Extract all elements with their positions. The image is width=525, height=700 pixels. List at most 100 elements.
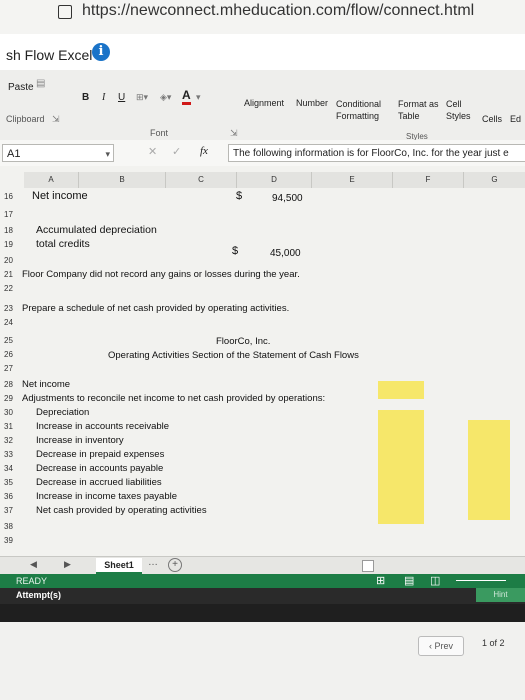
cell-text[interactable]: Depreciation (36, 407, 89, 418)
tab-sheet1[interactable]: Sheet1 (96, 558, 142, 574)
cell-reference: A1 (7, 148, 21, 160)
row-number: 31 (4, 422, 13, 431)
answer-cells-adjustments[interactable] (378, 410, 424, 524)
column-header-g[interactable]: G (464, 172, 525, 188)
chevron-down-icon[interactable]: ▾ (105, 145, 110, 163)
row-number: 24 (4, 318, 13, 327)
column-header-e[interactable]: E (312, 172, 393, 188)
more-sheets-icon[interactable]: … (148, 557, 158, 568)
zoom-slider[interactable] (456, 580, 506, 581)
cell-amount[interactable]: 94,500 (272, 193, 303, 204)
page-break-icon[interactable]: ◫ (430, 574, 440, 587)
cell-text[interactable]: Increase in accounts receivable (36, 421, 169, 432)
normal-view-icon[interactable]: ⊞ (376, 574, 385, 587)
row-number: 28 (4, 380, 13, 389)
row-number: 27 (4, 364, 13, 373)
format-as-table-button[interactable]: Format as Table (398, 98, 442, 122)
cell-text[interactable]: Decrease in accounts payable (36, 463, 163, 474)
column-header-d[interactable]: D (237, 172, 312, 188)
italic-button[interactable]: I (102, 92, 105, 103)
paste-button[interactable]: Paste (8, 82, 34, 93)
prev-button[interactable]: ‹ Prev (418, 636, 464, 656)
cell-text[interactable]: Net cash provided by operating activitie… (36, 505, 207, 516)
cell-text[interactable]: Adjustments to reconcile net income to n… (22, 393, 325, 404)
statement-title[interactable]: Operating Activities Section of the Stat… (108, 350, 359, 361)
editing-button[interactable]: Ed (510, 114, 521, 124)
add-sheet-icon[interactable]: + (168, 558, 182, 572)
cell-text[interactable]: Net income (32, 190, 88, 202)
attempt-label: Attempt(s) (16, 590, 61, 600)
row-number: 38 (4, 522, 13, 531)
alignment-button[interactable]: Alignment (244, 98, 284, 108)
column-header-c[interactable]: C (166, 172, 237, 188)
cell-styles-button[interactable]: Cell Styles (446, 98, 478, 122)
scroll-left-icon[interactable]: ◀ (30, 559, 37, 570)
cells-button[interactable]: Cells (482, 114, 502, 124)
divider-band (0, 604, 525, 622)
ready-status: READY (16, 576, 48, 586)
cancel-icon[interactable]: ✕ (148, 145, 157, 158)
column-header-f[interactable]: F (393, 172, 464, 188)
cell-text[interactable]: Increase in inventory (36, 435, 124, 446)
row-number: 32 (4, 436, 13, 445)
company-name[interactable]: FloorCo, Inc. (216, 336, 270, 347)
bold-button[interactable]: B (82, 92, 89, 103)
clipboard-icon: ▤ (36, 78, 46, 89)
question-footer: ‹ Prev 1 of 2 (0, 622, 525, 700)
lock-icon (58, 5, 72, 19)
dialog-launcher-icon[interactable]: ⇲ (230, 128, 238, 139)
info-icon[interactable]: i (92, 43, 110, 61)
number-button[interactable]: Number (296, 98, 328, 108)
underline-button[interactable]: U (118, 92, 125, 103)
fx-icon[interactable]: fx (200, 145, 208, 157)
name-box[interactable]: A1 ▾ (2, 144, 114, 162)
fill-color-icon[interactable]: ◈▾ (160, 92, 171, 103)
row-number: 26 (4, 350, 13, 359)
answer-cell-net-income[interactable] (378, 381, 424, 399)
page-layout-icon[interactable]: ▤ (404, 574, 414, 587)
dollar-sign: $ (232, 245, 239, 257)
row-number: 19 (4, 240, 13, 249)
row-number: 23 (4, 304, 13, 313)
worksheet-grid[interactable]: A B C D E F G 16 Net income $ 94,500 17 … (0, 166, 525, 556)
cell-text[interactable]: total credits (36, 238, 90, 250)
enter-check-icon[interactable]: ✓ (172, 145, 181, 158)
cell-text[interactable]: Floor Company did not record any gains o… (22, 269, 300, 280)
column-header-a[interactable]: A (24, 172, 79, 188)
cell-text[interactable]: Prepare a schedule of net cash provided … (22, 303, 289, 314)
row-number: 34 (4, 464, 13, 473)
url-text[interactable]: https://newconnect.mheducation.com/flow/… (82, 2, 474, 20)
formula-input[interactable]: The following information is for FloorCo… (228, 144, 525, 162)
row-number: 22 (4, 284, 13, 293)
chevron-down-icon[interactable]: ▾ (196, 92, 201, 103)
horizontal-scrollbar[interactable] (362, 560, 374, 572)
cell-text[interactable]: Accumulated depreciation (36, 224, 157, 236)
row-number: 39 (4, 536, 13, 545)
font-color-button[interactable]: A (182, 88, 191, 105)
attempt-bar: Attempt(s) Hint (0, 588, 525, 604)
cell-text[interactable]: Decrease in prepaid expenses (36, 449, 164, 460)
cell-amount[interactable]: 45,000 (270, 248, 301, 259)
cell-text[interactable]: Net income (22, 379, 70, 390)
row-number: 21 (4, 270, 13, 279)
sheet-tab-bar: ◀ ▶ Sheet1 … + (0, 556, 525, 575)
ribbon: Paste ▤ Clipboard ⇲ B I U ⊞▾ ◈▾ A ▾ Font… (0, 70, 525, 141)
clipboard-group-label: Clipboard (6, 114, 45, 124)
hint-button[interactable]: Hint (476, 588, 525, 602)
font-group-label: Font (150, 128, 169, 138)
borders-icon[interactable]: ⊞▾ (136, 92, 148, 103)
row-number: 25 (4, 336, 13, 345)
row-number: 30 (4, 408, 13, 417)
row-number: 29 (4, 394, 13, 403)
conditional-formatting-button[interactable]: Conditional Formatting (336, 98, 396, 122)
cell-text[interactable]: Decrease in accrued liabilities (36, 477, 162, 488)
answer-cells-total[interactable] (468, 420, 510, 520)
row-number: 16 (4, 192, 13, 201)
cell-text[interactable]: Increase in income taxes payable (36, 491, 177, 502)
column-header-b[interactable]: B (79, 172, 166, 188)
scroll-right-icon[interactable]: ▶ (64, 559, 71, 570)
browser-url-bar[interactable]: https://newconnect.mheducation.com/flow/… (0, 0, 525, 35)
dialog-launcher-icon[interactable]: ⇲ (52, 114, 60, 125)
row-number: 35 (4, 478, 13, 487)
prev-label: Prev (434, 641, 454, 651)
